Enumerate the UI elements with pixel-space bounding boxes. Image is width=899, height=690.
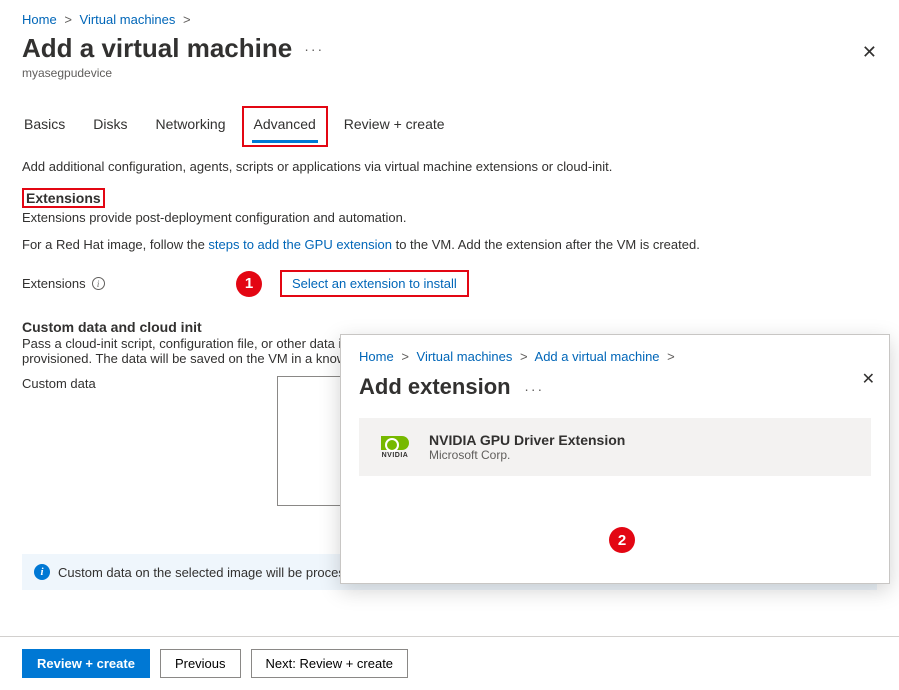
close-button[interactable]: ✕	[862, 42, 877, 63]
custom-data-heading: Custom data and cloud init	[22, 319, 877, 335]
select-extension-link[interactable]: Select an extension to install	[292, 276, 457, 291]
popup-breadcrumb-addvm[interactable]: Add a virtual machine	[535, 349, 660, 364]
annotation-callout-1: 1	[236, 271, 262, 297]
previous-button[interactable]: Previous	[160, 649, 241, 678]
add-extension-blade: Home > Virtual machines > Add a virtual …	[340, 334, 890, 584]
tab-review[interactable]: Review + create	[342, 110, 447, 143]
next-button[interactable]: Next: Review + create	[251, 649, 409, 678]
redhat-note: For a Red Hat image, follow the steps to…	[22, 237, 877, 252]
page-subtitle: myasegpudevice	[22, 66, 877, 80]
review-create-button[interactable]: Review + create	[22, 649, 150, 678]
breadcrumb-sep: >	[520, 349, 528, 364]
popup-more-actions[interactable]: ···	[524, 381, 544, 397]
extension-card-nvidia[interactable]: NVIDIA NVIDIA GPU Driver Extension Micro…	[359, 418, 871, 476]
popup-title: Add extension	[359, 374, 511, 400]
popup-breadcrumb-vms[interactable]: Virtual machines	[417, 349, 513, 364]
extension-publisher: Microsoft Corp.	[429, 448, 625, 462]
extensions-heading: Extensions	[26, 190, 101, 206]
tab-networking[interactable]: Networking	[153, 110, 227, 143]
advanced-intro: Add additional configuration, agents, sc…	[22, 159, 877, 174]
breadcrumb: Home > Virtual machines >	[22, 10, 877, 33]
extensions-field-label: Extensions	[22, 276, 86, 291]
annotation-highlight: Extensions	[22, 188, 105, 208]
breadcrumb-sep: >	[183, 12, 191, 27]
redhat-prefix: For a Red Hat image, follow the	[22, 237, 208, 252]
breadcrumb-sep: >	[667, 349, 675, 364]
extensions-desc: Extensions provide post-deployment confi…	[22, 210, 877, 225]
tab-disks[interactable]: Disks	[91, 110, 129, 143]
popup-breadcrumb: Home > Virtual machines > Add a virtual …	[359, 347, 871, 370]
nvidia-logo: NVIDIA	[375, 432, 415, 462]
gpu-extension-steps-link[interactable]: steps to add the GPU extension	[208, 237, 392, 252]
annotation-highlight: Advanced	[242, 106, 328, 147]
annotation-highlight: Select an extension to install	[280, 270, 469, 297]
info-icon: i	[34, 564, 50, 580]
popup-close-button[interactable]: ✕	[862, 369, 875, 389]
tabs: Basics Disks Networking Advanced Review …	[22, 110, 877, 143]
tab-advanced[interactable]: Advanced	[252, 110, 318, 143]
breadcrumb-home[interactable]: Home	[22, 12, 57, 27]
redhat-suffix: to the VM. Add the extension after the V…	[392, 237, 700, 252]
annotation-callout-2: 2	[609, 527, 635, 553]
popup-breadcrumb-home[interactable]: Home	[359, 349, 394, 364]
tab-basics[interactable]: Basics	[22, 110, 67, 143]
footer-bar: Review + create Previous Next: Review + …	[0, 636, 899, 690]
page-title: Add a virtual machine	[22, 33, 292, 64]
nvidia-brand-text: NVIDIA	[382, 452, 409, 459]
extension-title: NVIDIA GPU Driver Extension	[429, 432, 625, 448]
info-icon[interactable]: i	[92, 277, 105, 290]
custom-data-label: Custom data	[22, 376, 277, 506]
breadcrumb-vms[interactable]: Virtual machines	[80, 12, 176, 27]
breadcrumb-sep: >	[64, 12, 72, 27]
more-actions-button[interactable]: ···	[304, 41, 324, 57]
breadcrumb-sep: >	[401, 349, 409, 364]
